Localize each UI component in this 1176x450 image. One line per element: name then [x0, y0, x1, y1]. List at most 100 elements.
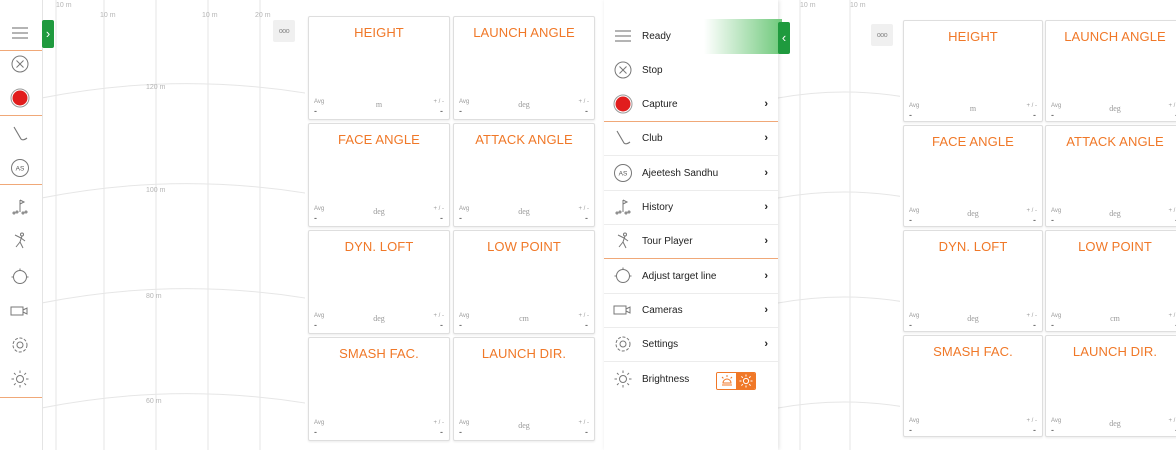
menu-item-label: Stop — [642, 64, 663, 76]
metric-title: HEIGHT — [948, 29, 998, 44]
deviation-label: + / - — [578, 420, 589, 426]
menu-item-label: Adjust target line — [642, 270, 717, 282]
menu-item-label: Cameras — [642, 304, 683, 316]
menu-item-settings[interactable]: Settings › — [604, 327, 778, 361]
deviation-value: - — [585, 320, 588, 330]
brightness-low-icon — [721, 375, 732, 386]
metric-tile[interactable]: HEIGHT Avg - m + / -- — [308, 16, 450, 120]
metric-tile[interactable]: DYN. LOFT Avg - deg + / -- — [308, 230, 450, 334]
deviation-value: - — [1033, 320, 1036, 330]
metric-tile[interactable]: LAUNCH DIR.Avg-deg+ / -- — [453, 337, 595, 441]
deviation-label: + / - — [433, 206, 444, 212]
metric-tile[interactable]: LAUNCH DIR.Avg-deg+ / -- — [1045, 335, 1176, 437]
chevron-right-icon: › — [764, 132, 768, 144]
menu-item-capture[interactable]: Capture › — [604, 87, 778, 121]
left-toolbar: AS — [0, 0, 43, 450]
target-icon[interactable] — [8, 265, 32, 289]
brightness-high-button[interactable] — [736, 373, 755, 389]
brightness-high-icon — [739, 374, 752, 388]
deviation-value: - — [440, 213, 443, 223]
metric-tile[interactable]: SMASH FAC. Avg - + / -- — [903, 335, 1043, 437]
menu-item-label: History — [642, 201, 674, 213]
metric-title: ATTACK ANGLE — [475, 132, 573, 147]
stop-icon[interactable] — [8, 52, 32, 76]
range-distance-label: 100 m — [146, 187, 166, 194]
metric-tile[interactable]: ATTACK ANGLEAvg-deg+ / -- — [453, 123, 595, 227]
deviation-label: + / - — [1168, 418, 1176, 424]
metric-unit: deg — [1109, 104, 1121, 113]
record-icon[interactable] — [8, 86, 32, 110]
more-options-button[interactable]: ooo — [871, 24, 893, 46]
tour-player-icon[interactable] — [8, 229, 32, 253]
metric-unit: deg — [373, 207, 385, 216]
chevron-right-icon: › — [764, 338, 768, 350]
metric-unit: deg — [967, 314, 979, 323]
deviation-value: - — [585, 106, 588, 116]
deviation-label: + / - — [1168, 313, 1176, 319]
metric-tile[interactable]: LOW POINTAvg-cm+ / -- — [453, 230, 595, 334]
settings-icon[interactable] — [8, 333, 32, 357]
menu-item-label: Tour Player — [642, 235, 693, 247]
menu-item-club[interactable]: Club › — [604, 121, 778, 155]
metric-unit: cm — [519, 314, 529, 323]
metric-unit: deg — [518, 100, 530, 109]
brightness-icon[interactable] — [8, 367, 32, 391]
range-top-label: 20 m — [255, 12, 271, 19]
menu-item-stop[interactable]: Stop — [604, 53, 778, 87]
metric-tile[interactable]: FACE ANGLE Avg - deg + / -- — [903, 125, 1043, 227]
club-icon[interactable] — [8, 122, 32, 146]
more-options-button[interactable]: ooo — [273, 20, 295, 42]
menu-item-history[interactable]: History › — [604, 190, 778, 224]
range-view-right[interactable]: 10 m 10 m — [778, 0, 900, 450]
deviation-label: + / - — [1026, 208, 1037, 214]
metric-tile[interactable]: LOW POINTAvg-cm+ / -- — [1045, 230, 1176, 332]
collapse-menu-tab[interactable]: ‹ — [778, 22, 790, 54]
brightness-low-button[interactable] — [717, 373, 736, 389]
metric-tile[interactable]: DYN. LOFT Avg - deg + / -- — [903, 230, 1043, 332]
history-icon[interactable] — [8, 195, 32, 219]
brightness-icon — [612, 368, 634, 390]
metric-tile[interactable]: LAUNCH ANGLEAvg-deg+ / -- — [1045, 20, 1176, 122]
metric-tile[interactable]: SMASH FAC. Avg - + / -- — [308, 337, 450, 441]
chevron-right-icon: › — [764, 304, 768, 316]
deviation-label: + / - — [578, 313, 589, 319]
metric-tile[interactable]: LAUNCH ANGLEAvg-deg+ / -- — [453, 16, 595, 120]
expand-menu-tab[interactable]: › — [42, 20, 54, 48]
toolbar-divider — [0, 184, 42, 185]
hamburger-icon[interactable] — [8, 21, 32, 45]
metric-tile[interactable]: HEIGHT Avg - m + / -- — [903, 20, 1043, 122]
chevron-right-icon: › — [764, 235, 768, 247]
club-icon — [612, 127, 634, 149]
metric-title: DYN. LOFT — [938, 239, 1008, 254]
main-menu: Ready Stop Capture › Club › AS Ajeetesh … — [604, 0, 782, 450]
range-grid — [778, 0, 900, 450]
camera-icon[interactable] — [8, 299, 32, 323]
deviation-label: + / - — [1168, 103, 1176, 109]
menu-item-adjust-target[interactable]: Adjust target line › — [604, 259, 778, 293]
metric-unit: m — [969, 104, 977, 113]
avg-label: Avg — [314, 420, 325, 426]
menu-item-label: Club — [642, 132, 663, 144]
deviation-label: + / - — [1026, 418, 1037, 424]
metric-unit: deg — [518, 421, 530, 430]
metric-tile[interactable]: FACE ANGLE Avg - deg + / -- — [308, 123, 450, 227]
chevron-right-icon: › — [764, 201, 768, 213]
chevron-right-icon: › — [764, 270, 768, 282]
deviation-value: - — [440, 427, 443, 437]
avg-value: - — [314, 427, 317, 437]
menu-item-label: Ajeetesh Sandhu — [642, 167, 719, 179]
avatar-icon[interactable]: AS — [8, 156, 32, 180]
history-icon — [612, 196, 634, 218]
range-view-left[interactable]: 10 m 10 m 10 m 20 m 120 m 100 m 80 m 60 … — [42, 0, 305, 450]
metric-tile[interactable]: ATTACK ANGLEAvg-deg+ / -- — [1045, 125, 1176, 227]
deviation-value: - — [585, 427, 588, 437]
menu-item-player[interactable]: AS Ajeetesh Sandhu › — [604, 156, 778, 190]
metric-unit: deg — [1109, 419, 1121, 428]
menu-item-tour-player[interactable]: Tour Player › — [604, 224, 778, 258]
chevron-right-icon: › — [45, 26, 51, 41]
deviation-label: + / - — [578, 99, 589, 105]
menu-item-ready[interactable]: Ready — [604, 19, 778, 53]
range-top-label: 10 m — [56, 2, 72, 9]
range-top-label: 10 m — [800, 2, 816, 9]
menu-item-cameras[interactable]: Cameras › — [604, 293, 778, 327]
